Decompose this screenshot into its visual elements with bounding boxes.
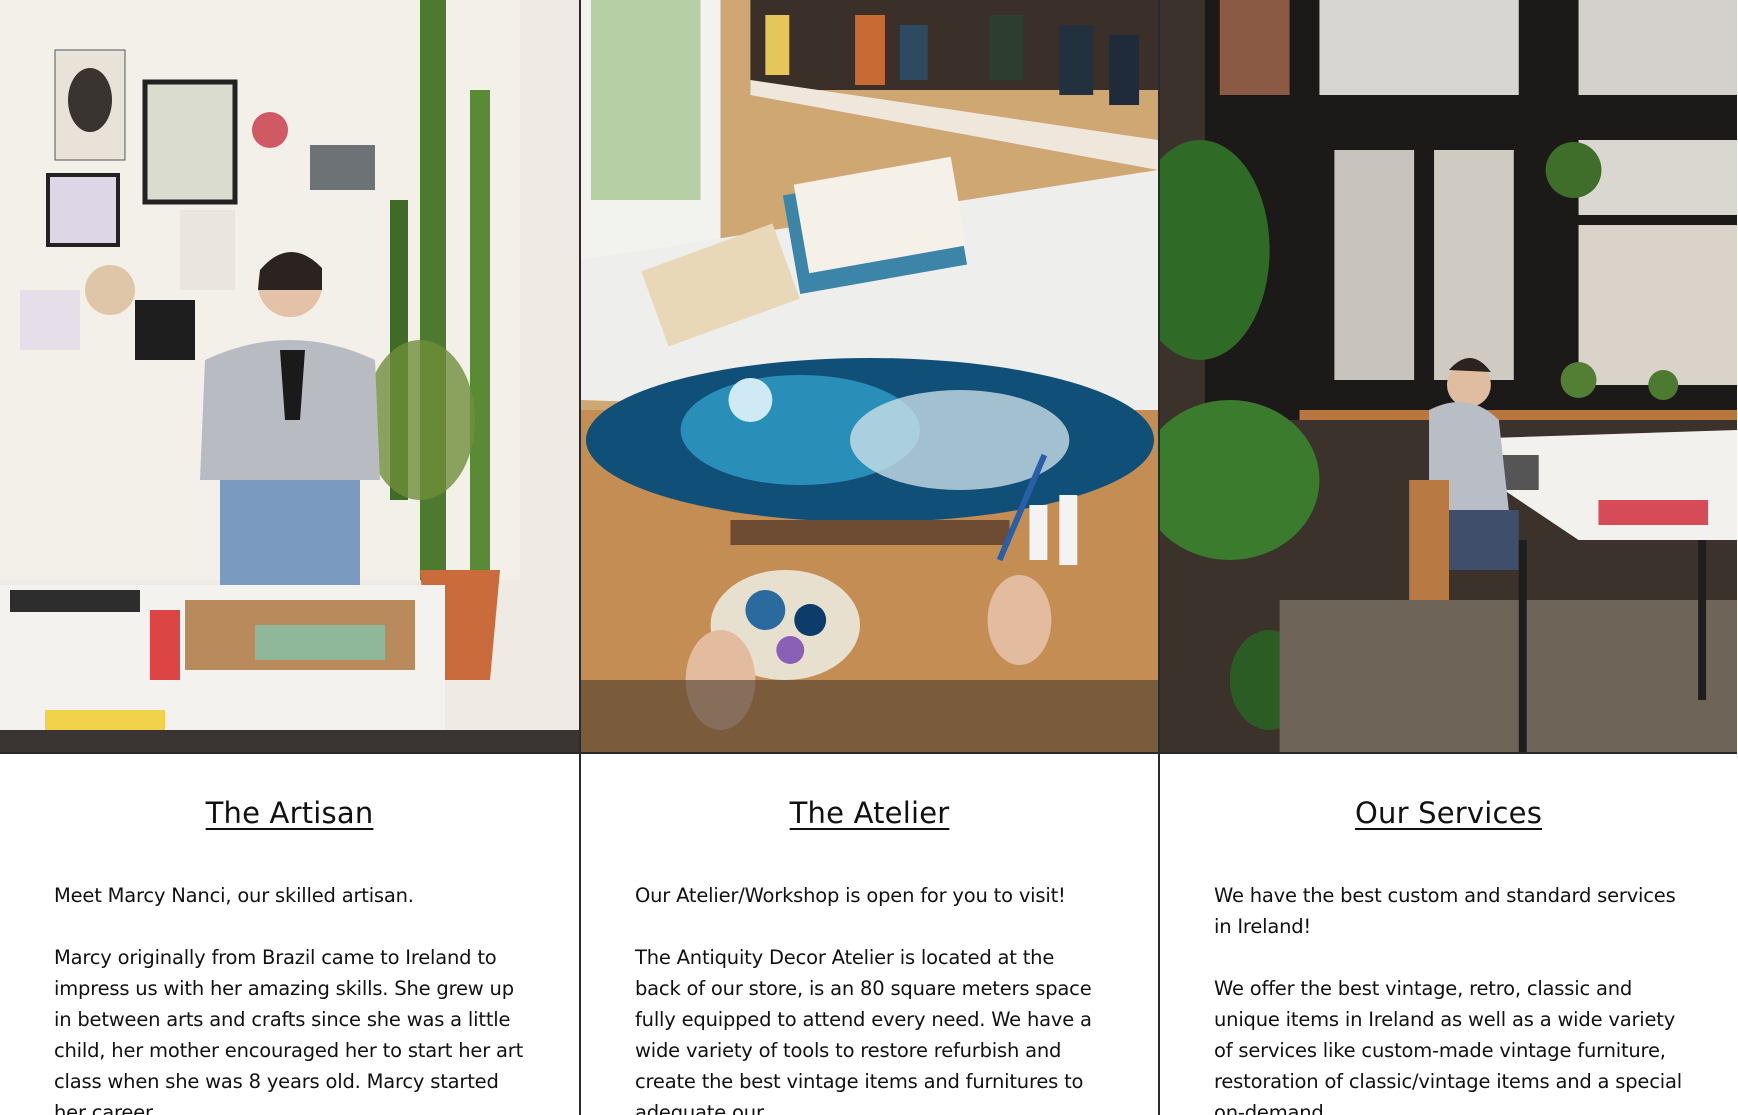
- artisan-body: Marcy originally from Brazil came to Ire…: [54, 946, 524, 1115]
- artisan-column: The Artisan Meet Marcy Nanci, our skille…: [0, 0, 579, 1115]
- artisan-photo: [0, 0, 579, 752]
- feature-columns: The Artisan Meet Marcy Nanci, our skille…: [0, 0, 1738, 1115]
- services-text: Our Services We have the best custom and…: [1160, 752, 1737, 1115]
- artisan-heading: The Artisan: [205, 796, 374, 830]
- atelier-photo-illustration: [581, 0, 1158, 752]
- artisan-intro: Meet Marcy Nanci, our skilled artisan.: [54, 884, 414, 907]
- about-page: The Artisan Meet Marcy Nanci, our skille…: [0, 0, 1738, 1115]
- services-photo: [1160, 0, 1737, 752]
- atelier-photo: [581, 0, 1158, 752]
- services-photo-illustration: [1160, 0, 1737, 752]
- atelier-column: The Atelier Our Atelier/Workshop is open…: [579, 0, 1158, 1115]
- atelier-body: The Antiquity Decor Atelier is located a…: [635, 946, 1092, 1115]
- atelier-intro: Our Atelier/Workshop is open for you to …: [635, 884, 1066, 907]
- artisan-photo-illustration: [0, 0, 579, 752]
- atelier-heading: The Atelier: [789, 796, 950, 830]
- services-column: Our Services We have the best custom and…: [1158, 0, 1737, 1115]
- services-intro: We have the best custom and standard ser…: [1214, 884, 1676, 938]
- services-heading: Our Services: [1354, 796, 1543, 830]
- services-body: We offer the best vintage, retro, classi…: [1214, 977, 1682, 1115]
- artisan-text: The Artisan Meet Marcy Nanci, our skille…: [0, 752, 579, 1115]
- atelier-text: The Atelier Our Atelier/Workshop is open…: [581, 752, 1158, 1115]
